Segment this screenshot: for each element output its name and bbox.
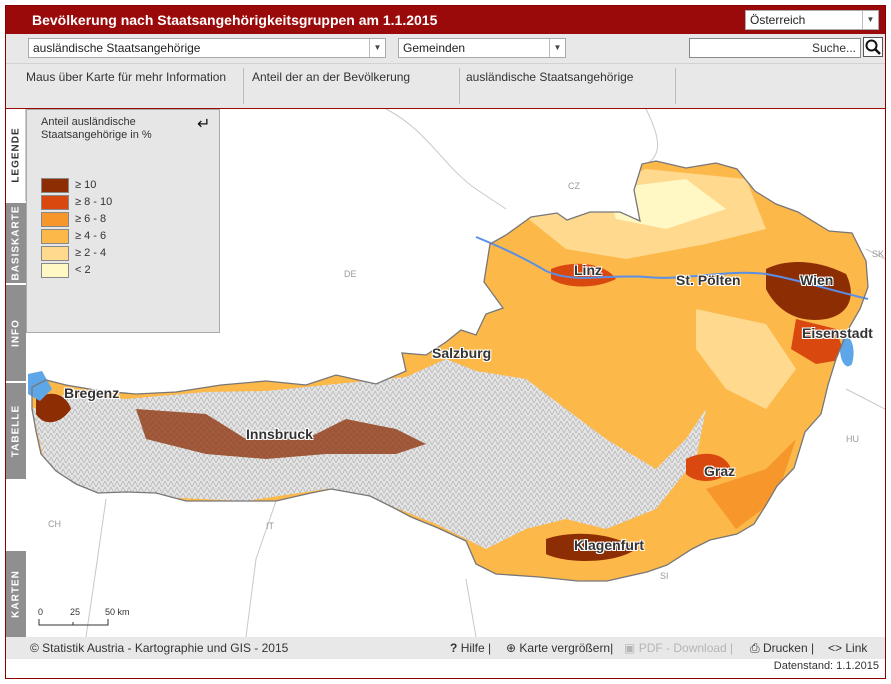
legend-swatch xyxy=(41,178,69,193)
collapse-legend-icon[interactable]: ↵ xyxy=(197,114,210,134)
pdf-download-link[interactable]: ▣ PDF - Download | xyxy=(624,641,733,655)
country-label-it: IT xyxy=(266,521,274,531)
country-label-ch: CH xyxy=(48,519,61,529)
level-select[interactable]: Gemeinden ▼ xyxy=(398,38,566,58)
app-frame: Bevölkerung nach Staatsangehörigkeitsgru… xyxy=(5,5,886,679)
tab-info[interactable]: INFO xyxy=(6,285,26,381)
city-label-klagenfurt: Klagenfurt xyxy=(574,537,644,553)
search-icon xyxy=(865,39,881,55)
legend-swatch xyxy=(41,212,69,227)
city-label-st-poelten: St. Pölten xyxy=(676,272,741,288)
region-select[interactable]: Österreich ▼ xyxy=(745,10,879,30)
search-input[interactable]: Suche... xyxy=(689,38,861,58)
country-label-sk: SK xyxy=(872,249,885,259)
city-label-innsbruck: Innsbruck xyxy=(246,426,313,442)
country-label-hu: HU xyxy=(846,434,859,444)
tab-tabelle[interactable]: TABELLE xyxy=(6,383,26,479)
city-label-eisenstadt: Eisenstadt xyxy=(802,325,873,341)
page-title: Bevölkerung nach Staatsangehörigkeitsgru… xyxy=(32,12,438,28)
tab-basiskarte[interactable]: BASISKARTE xyxy=(6,203,26,283)
link-icon: <> xyxy=(828,641,843,655)
scale-tick-label: 25 xyxy=(70,607,81,617)
scale-bar-line xyxy=(38,619,109,626)
enlarge-map-link[interactable]: ⊕ Karte vergrößern| xyxy=(506,641,613,655)
chevron-down-icon: ▼ xyxy=(369,39,385,57)
data-date: Datenstand: 1.1.2015 xyxy=(773,660,879,672)
legend-swatch xyxy=(41,195,69,210)
info-column-share: Anteil der an der Bevölkerung xyxy=(246,68,460,104)
printer-icon: ⎙ xyxy=(750,641,760,655)
legend-label: ≥ 6 - 8 xyxy=(75,213,107,225)
country-label-si: SI xyxy=(660,571,669,581)
info-column-group: ausländische Staatsangehörige xyxy=(460,68,676,104)
tab-legende[interactable]: LEGENDE xyxy=(6,109,26,201)
legend-label: < 2 xyxy=(75,264,91,276)
print-link[interactable]: ⎙ Drucken | xyxy=(750,641,814,656)
zoom-in-icon: ⊕ xyxy=(506,641,517,655)
legend-label: ≥ 10 xyxy=(75,179,97,191)
info-bar: Maus über Karte für mehr Information Ant… xyxy=(6,64,885,109)
map-hint: Maus über Karte für mehr Information xyxy=(20,68,244,104)
title-bar: Bevölkerung nach Staatsangehörigkeitsgru… xyxy=(6,6,885,34)
city-label-graz: Graz xyxy=(704,463,736,479)
copyright-text: © Statistik Austria - Kartographie und G… xyxy=(30,641,289,655)
legend-panel: Anteil ausländische Staatsangehörige in … xyxy=(26,109,220,333)
level-select-value: Gemeinden xyxy=(403,41,466,55)
help-icon: ? xyxy=(450,641,458,655)
pdf-label: PDF - Download xyxy=(638,641,727,655)
legend-swatch xyxy=(41,246,69,261)
indicator-select[interactable]: ausländische Staatsangehörige ▼ xyxy=(28,38,386,58)
scale-tick-label: 50 km xyxy=(105,607,130,617)
link-label: Link xyxy=(845,641,868,655)
country-label-cz: CZ xyxy=(568,181,580,191)
help-link[interactable]: ? Hilfe | xyxy=(450,641,491,655)
chevron-down-icon: ▼ xyxy=(549,39,565,57)
legend-title: Anteil ausländische Staatsangehörige in … xyxy=(41,116,152,141)
scale-tick-label: 0 xyxy=(38,607,44,617)
pdf-icon: ▣ xyxy=(624,641,636,655)
legend-label: ≥ 8 - 10 xyxy=(75,196,113,208)
enlarge-label: Karte vergrößern xyxy=(519,641,611,655)
legend-swatch xyxy=(41,263,69,278)
city-label-salzburg: Salzburg xyxy=(432,345,492,361)
legend-label: ≥ 4 - 6 xyxy=(75,230,107,242)
chevron-down-icon: ▼ xyxy=(862,11,878,29)
city-label-bregenz: Bregenz xyxy=(64,385,120,401)
search-button[interactable] xyxy=(863,37,883,57)
footer-bar: © Statistik Austria - Kartographie und G… xyxy=(6,637,885,659)
country-label-de: DE xyxy=(344,269,357,279)
indicator-select-value: ausländische Staatsangehörige xyxy=(33,41,201,55)
help-label: Hilfe xyxy=(460,641,485,655)
share-link[interactable]: <> Link xyxy=(828,641,867,655)
scale-bar: 0 25 50 km xyxy=(38,607,148,629)
city-label-wien: Wien xyxy=(800,272,834,288)
region-select-value: Österreich xyxy=(750,13,806,27)
tab-karten[interactable]: KARTEN xyxy=(6,551,26,637)
toolbar: ausländische Staatsangehörige ▼ Gemeinde… xyxy=(6,34,885,64)
city-label-linz: Linz xyxy=(574,262,602,278)
print-label: Drucken xyxy=(762,641,808,655)
legend-label: ≥ 2 - 4 xyxy=(75,247,107,259)
legend-swatch xyxy=(41,229,69,244)
